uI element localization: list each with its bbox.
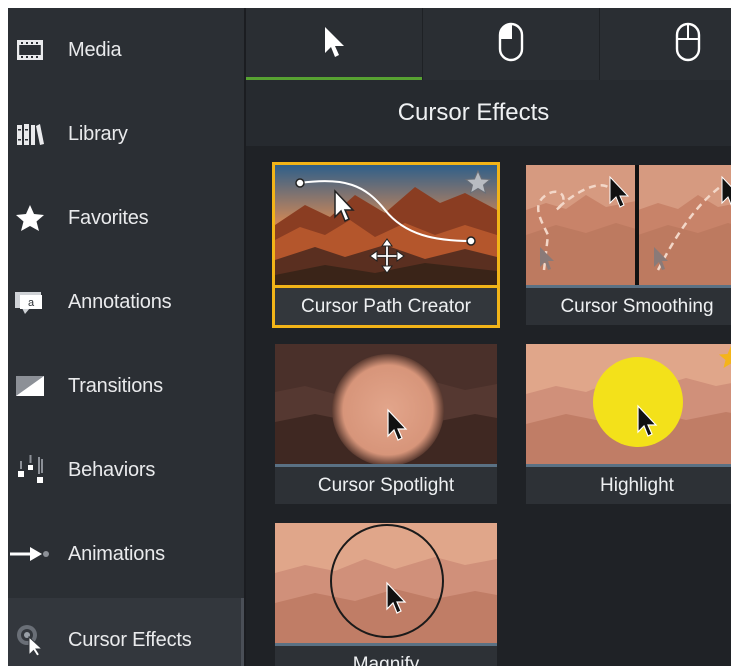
tab-pointer[interactable] bbox=[246, 8, 422, 80]
cursor-tabs bbox=[246, 8, 731, 80]
effect-label: Cursor Path Creator bbox=[300, 295, 471, 317]
sidebar-item-animations[interactable]: Animations bbox=[8, 512, 244, 596]
sidebar-item-cursor-effects[interactable]: Cursor Effects bbox=[8, 598, 244, 666]
sidebar-item-label: Library bbox=[68, 122, 128, 145]
main-panel: Cursor Effects Cursor Path Creator Curso… bbox=[246, 8, 731, 666]
panel-title: Cursor Effects bbox=[397, 99, 550, 126]
sidebar: Media Library Favorites a Annotations Tr… bbox=[8, 8, 244, 666]
books-icon bbox=[10, 114, 50, 154]
callout-icon: a bbox=[10, 282, 50, 322]
cursor-effects-icon bbox=[10, 620, 50, 660]
effect-thumbnail bbox=[526, 344, 731, 464]
sidebar-item-label: Transitions bbox=[68, 374, 163, 397]
effect-label: Highlight bbox=[600, 474, 674, 496]
effect-caption: Magnify bbox=[275, 643, 497, 666]
behaviors-icon bbox=[10, 450, 50, 490]
effect-caption: Cursor Smoothing bbox=[526, 285, 731, 325]
panel-title-bar: Cursor Effects bbox=[246, 80, 731, 146]
effect-thumbnail bbox=[275, 344, 497, 464]
right-click-mouse-icon bbox=[675, 22, 701, 67]
pointer-icon bbox=[322, 25, 346, 64]
tab-left-click[interactable] bbox=[423, 8, 599, 80]
effect-card-cursor-spotlight[interactable]: Cursor Spotlight bbox=[275, 344, 497, 504]
effect-thumbnail bbox=[275, 165, 497, 285]
effect-thumbnail bbox=[526, 165, 731, 285]
film-icon bbox=[10, 30, 50, 70]
left-click-mouse-icon bbox=[498, 22, 524, 67]
tab-right-click[interactable] bbox=[600, 8, 731, 80]
sidebar-item-favorites[interactable]: Favorites bbox=[8, 176, 244, 260]
star-icon bbox=[10, 198, 50, 238]
effect-card-cursor-smoothing[interactable]: Cursor Smoothing bbox=[526, 165, 731, 325]
app-frame: Media Library Favorites a Annotations Tr… bbox=[8, 8, 731, 666]
sidebar-item-media[interactable]: Media bbox=[8, 8, 244, 92]
effect-caption: Cursor Spotlight bbox=[275, 464, 497, 504]
sidebar-item-label: Cursor Effects bbox=[68, 628, 192, 651]
effect-label: Cursor Smoothing bbox=[560, 295, 714, 317]
effect-label: Magnify bbox=[352, 653, 420, 666]
transition-icon bbox=[10, 366, 50, 406]
sidebar-item-library[interactable]: Library bbox=[8, 92, 244, 176]
sidebar-item-annotations[interactable]: a Annotations bbox=[8, 260, 244, 344]
sidebar-item-behaviors[interactable]: Behaviors bbox=[8, 428, 244, 512]
effect-card-cursor-path-creator[interactable]: Cursor Path Creator bbox=[272, 162, 500, 328]
sidebar-item-label: Media bbox=[68, 38, 122, 61]
effect-thumbnail bbox=[275, 523, 497, 643]
sidebar-item-label: Annotations bbox=[68, 290, 172, 313]
effect-caption: Cursor Path Creator bbox=[275, 285, 497, 325]
sidebar-item-label: Favorites bbox=[68, 206, 149, 229]
sidebar-item-transitions[interactable]: Transitions bbox=[8, 344, 244, 428]
effect-card-magnify[interactable]: Magnify bbox=[275, 523, 497, 666]
animation-arrow-icon bbox=[10, 534, 50, 574]
sidebar-item-label: Behaviors bbox=[68, 458, 156, 481]
effect-caption: Highlight bbox=[526, 464, 731, 504]
effect-card-highlight[interactable]: Highlight bbox=[526, 344, 731, 504]
effect-label: Cursor Spotlight bbox=[317, 474, 455, 496]
sidebar-item-label: Animations bbox=[68, 542, 165, 565]
svg-text:a: a bbox=[28, 297, 35, 309]
